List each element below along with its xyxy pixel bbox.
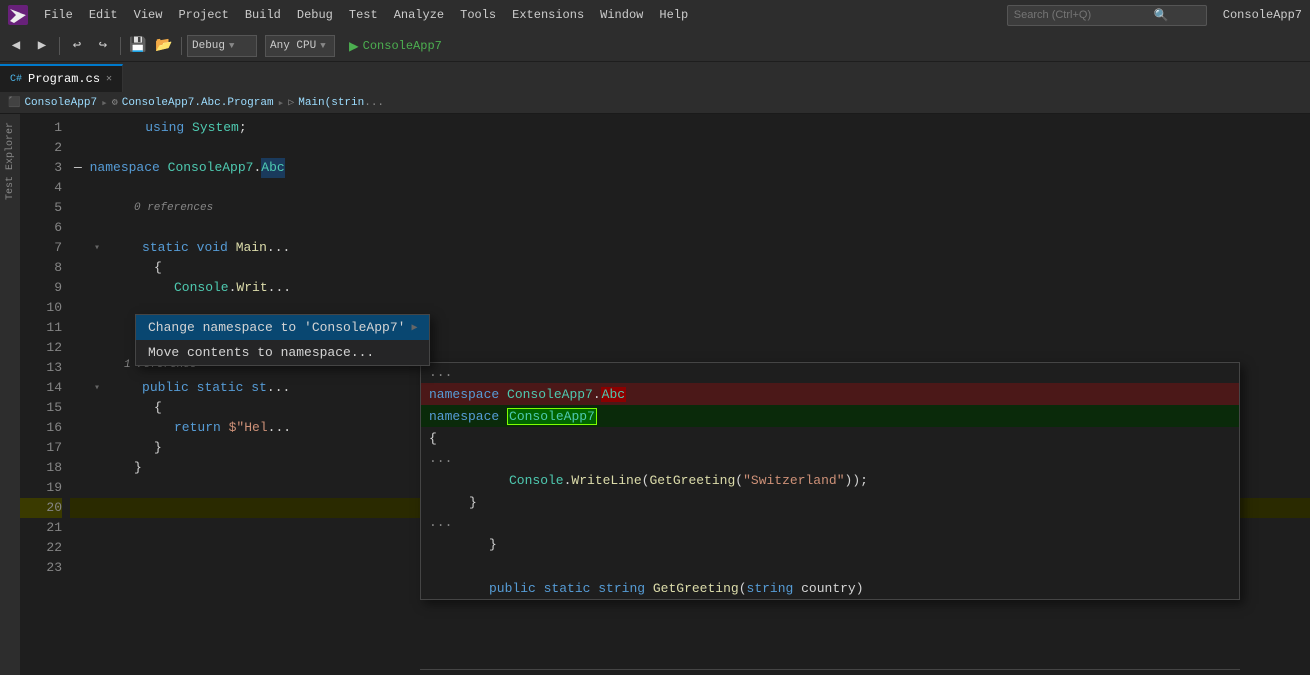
menu-project[interactable]: Project: [170, 4, 236, 26]
diff-context-brace-close-2: }: [421, 533, 1239, 555]
undo-button[interactable]: ↩: [65, 34, 89, 58]
breadcrumb-bar: ⬛ ConsoleApp7 ▸ ⚙ ConsoleApp7.Abc.Progra…: [0, 92, 1310, 114]
menu-build[interactable]: Build: [237, 4, 289, 26]
breadcrumb-method-icon: ▷: [288, 97, 294, 109]
debug-config-label: Debug: [192, 40, 225, 52]
vs-logo-icon: [8, 5, 28, 25]
open-button[interactable]: 📂: [152, 34, 176, 58]
code-line-2: [70, 138, 1310, 158]
menu-tools[interactable]: Tools: [452, 4, 504, 26]
popup-move-contents[interactable]: Move contents to namespace...: [136, 340, 429, 365]
redo-button[interactable]: ↪: [91, 34, 115, 58]
breadcrumb-method[interactable]: Main(strin: [298, 97, 364, 109]
breadcrumb-cs-icon: ⬛: [8, 97, 20, 109]
lightbulb-popup: Change namespace to 'ConsoleApp7' ▶ Move…: [135, 314, 430, 366]
diff-context-writeline: Console . WriteLine ( GetGreeting ( "Swi…: [421, 469, 1239, 491]
code-line-9: Console . Writ ...: [70, 278, 1310, 298]
search-box[interactable]: 🔍: [1007, 5, 1207, 26]
run-icon: ▶: [349, 36, 359, 56]
title-bar: File Edit View Project Build Debug Test …: [0, 0, 1310, 30]
code-line-3: 🔧 — namespace ConsoleApp7 . Abc: [70, 158, 1310, 178]
diff-ellipsis-3: ...: [421, 513, 1239, 533]
tab-bar: C# Program.cs ✕: [0, 62, 1310, 92]
toolbar: ◀ ▶ ↩ ↪ 💾 📂 Debug ▼ Any CPU ▼ ▶ ConsoleA…: [0, 30, 1310, 62]
debug-dropdown-arrow: ▼: [229, 41, 234, 51]
popup-change-namespace[interactable]: Change namespace to 'ConsoleApp7' ▶: [136, 315, 429, 340]
collapse-14-icon[interactable]: ▾: [94, 383, 100, 394]
collapse-7-icon[interactable]: ▾: [94, 243, 100, 254]
diff-context-brace-close-1: }: [421, 491, 1239, 513]
breadcrumb-class[interactable]: ConsoleApp7.Abc.Program: [122, 97, 274, 109]
diff-panel: ... namespace ConsoleApp7 . Abc namespac…: [420, 362, 1240, 600]
menu-debug[interactable]: Debug: [289, 4, 341, 26]
diff-removed-highlight: Abc: [601, 387, 626, 402]
save-button[interactable]: 💾: [126, 34, 150, 58]
diff-added-highlight: ConsoleApp7: [507, 408, 597, 425]
menu-view[interactable]: View: [126, 4, 171, 26]
platform-dropdown[interactable]: Any CPU ▼: [265, 35, 335, 57]
menu-edit[interactable]: Edit: [81, 4, 126, 26]
breadcrumb-sep-1: ▸: [101, 96, 108, 110]
breadcrumb-project[interactable]: ConsoleApp7: [24, 97, 97, 109]
code-line-1: using System ;: [70, 118, 1310, 138]
line-numbers: 1 2 3 4 5 6 7 8 9 10 11 12 13 14 15 16 1…: [20, 114, 70, 675]
tab-program-cs[interactable]: C# Program.cs ✕: [0, 64, 123, 92]
search-input[interactable]: [1014, 9, 1154, 21]
menu-help[interactable]: Help: [651, 4, 696, 26]
back-button[interactable]: ◀: [4, 34, 28, 58]
tab-label: Program.cs: [28, 72, 100, 86]
diff-ellipsis-top: ...: [421, 363, 1239, 383]
toolbar-sep-2: [120, 37, 121, 55]
warning-box: ⚠ Warning: Changing namespace may produc…: [420, 669, 1240, 675]
editor-area[interactable]: 1 2 3 4 5 6 7 8 9 10 11 12 13 14 15 16 1…: [20, 114, 1310, 675]
diff-context-getgreeting: public static string GetGreeting ( strin…: [421, 577, 1239, 599]
platform-label: Any CPU: [270, 40, 316, 52]
diff-added-line: namespace ConsoleApp7: [421, 405, 1239, 427]
solution-explorer-icon[interactable]: Test Explorer: [5, 122, 16, 200]
menu-file[interactable]: File: [36, 4, 81, 26]
menu-window[interactable]: Window: [592, 4, 651, 26]
toolbar-sep-1: [59, 37, 60, 55]
diff-removed-line: namespace ConsoleApp7 . Abc: [421, 383, 1239, 405]
diff-ellipsis-2: ...: [421, 449, 1239, 469]
run-label: ConsoleApp7: [363, 39, 442, 53]
popup-arrow-icon: ▶: [411, 322, 417, 334]
menu-extensions[interactable]: Extensions: [504, 4, 592, 26]
breadcrumb-sep-2: ▸: [278, 96, 285, 110]
search-icon: 🔍: [1154, 8, 1169, 23]
main-area: Test Explorer 1 2 3 4 5 6 7 8 9 10 11 12…: [0, 114, 1310, 675]
cs-icon: C#: [10, 74, 22, 85]
popup-change-namespace-label: Change namespace to 'ConsoleApp7': [148, 320, 405, 335]
diff-context-brace-open: {: [421, 427, 1239, 449]
menu-bar: File Edit View Project Build Debug Test …: [36, 4, 696, 26]
breadcrumb-nav-icon: ⚙: [112, 97, 118, 109]
menu-test[interactable]: Test: [341, 4, 386, 26]
app-title: ConsoleApp7: [1223, 8, 1302, 22]
breadcrumb-ellipsis: ...: [364, 97, 384, 109]
platform-dropdown-arrow: ▼: [320, 41, 325, 51]
diff-context-empty: [421, 555, 1239, 577]
code-line-4: [70, 178, 1310, 198]
popup-move-contents-label: Move contents to namespace...: [148, 345, 374, 360]
code-line-5: 0 references: [70, 198, 1310, 218]
toolbar-sep-3: [181, 37, 182, 55]
tab-close-button[interactable]: ✕: [106, 73, 112, 85]
menu-analyze[interactable]: Analyze: [386, 4, 452, 26]
code-line-6: [70, 218, 1310, 238]
side-panel: Test Explorer: [0, 114, 20, 675]
code-line-7: ▾ static void Main ...: [70, 238, 1310, 258]
forward-button[interactable]: ▶: [30, 34, 54, 58]
code-line-8: {: [70, 258, 1310, 278]
debug-config-dropdown[interactable]: Debug ▼: [187, 35, 257, 57]
run-button[interactable]: ▶ ConsoleApp7: [343, 34, 448, 58]
